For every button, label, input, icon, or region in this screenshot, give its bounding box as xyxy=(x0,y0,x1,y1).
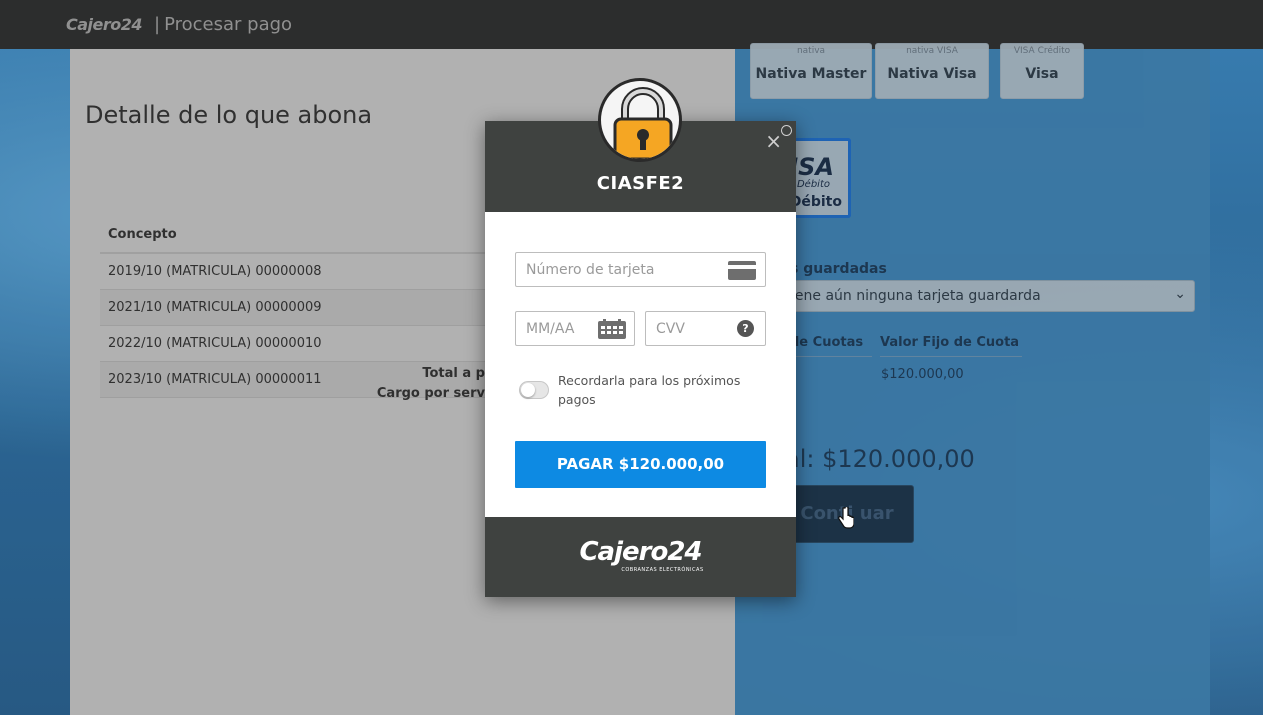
close-icon[interactable]: × xyxy=(765,131,782,151)
payment-modal: × CIASFE2 Número de tarjeta MM/AA CVV ? … xyxy=(485,78,796,597)
expiry-placeholder: MM/AA xyxy=(526,321,575,337)
remember-card-label: Recordarla para los próximos pagos xyxy=(558,373,741,407)
remember-card-toggle[interactable] xyxy=(519,381,549,399)
store-name: CIASFE2 xyxy=(596,173,685,194)
lock-icon xyxy=(598,78,682,162)
close-ring-icon xyxy=(781,125,792,136)
cvv-placeholder: CVV xyxy=(656,321,685,337)
hand-cursor-icon xyxy=(838,507,854,529)
pay-button[interactable]: PAGAR $120.000,00 xyxy=(515,441,766,488)
cajero24-footer-logo: Cajero24 xyxy=(579,537,702,567)
modal-header: × CIASFE2 xyxy=(485,78,796,212)
help-icon[interactable]: ? xyxy=(737,320,754,337)
calendar-icon xyxy=(598,319,626,339)
credit-card-icon xyxy=(728,261,756,280)
cvv-field[interactable]: CVV ? xyxy=(645,311,766,346)
footer-tagline: COBRANZAS ELECTRÓNICAS xyxy=(621,567,704,573)
expiry-field[interactable]: MM/AA xyxy=(515,311,635,346)
modal-footer: Cajero24 COBRANZAS ELECTRÓNICAS xyxy=(485,517,796,597)
modal-body: Número de tarjeta MM/AA CVV ? Recordarla… xyxy=(485,212,796,517)
card-number-placeholder: Número de tarjeta xyxy=(526,262,655,278)
card-number-field[interactable]: Número de tarjeta xyxy=(515,252,766,287)
